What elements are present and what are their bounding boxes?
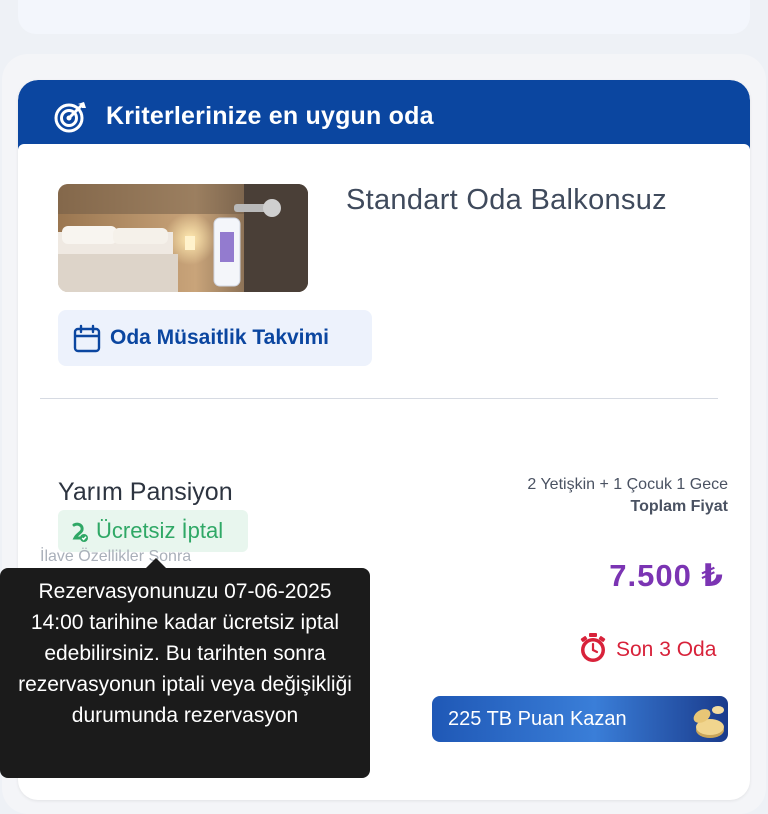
room-photo-image bbox=[58, 184, 308, 292]
total-price: 7.500 ₺ bbox=[609, 558, 724, 593]
total-price-label: Toplam Fiyat bbox=[630, 498, 729, 515]
availability-warning: Son 3 Oda bbox=[578, 632, 728, 664]
refund-icon bbox=[72, 522, 88, 542]
previous-card-bottom bbox=[18, 0, 750, 34]
coins-icon bbox=[693, 706, 724, 738]
room-name: Standart Oda Balkonsuz bbox=[346, 184, 667, 216]
cancellation-tooltip: Rezervasyonunuzu 07-06-2025 14:00 tarihi… bbox=[0, 558, 370, 778]
card-title: Kriterlerinize en uygun oda bbox=[106, 102, 434, 130]
availability-calendar-button[interactable]: Oda Müsaitlik Takvimi bbox=[58, 310, 372, 366]
target-icon bbox=[54, 102, 86, 133]
room-photo[interactable] bbox=[58, 184, 308, 292]
earn-points-label: 225 TB Puan Kazan bbox=[448, 708, 627, 730]
calendar-button-label: Oda Müsaitlik Takvimi bbox=[110, 326, 330, 349]
section-divider bbox=[40, 398, 718, 399]
calendar-icon bbox=[73, 324, 101, 353]
stopwatch-icon bbox=[580, 633, 606, 662]
free-cancellation-badge[interactable]: Ücretsiz İptal bbox=[58, 510, 248, 552]
tooltip-text: Rezervasyonunuzu 07-06-2025 14:00 tarihi… bbox=[18, 580, 352, 727]
board-type: Yarım Pansiyon bbox=[58, 478, 233, 506]
card-header: Kriterlerinize en uygun oda bbox=[18, 80, 750, 150]
free-cancellation-label: Ücretsiz İptal bbox=[96, 518, 224, 543]
guest-summary: 2 Yetişkin + 1 Çocuk 1 Gece bbox=[527, 476, 728, 493]
remaining-rooms-label: Son 3 Oda bbox=[616, 638, 717, 661]
obscured-feature-text: İlave Özellikler Sonra bbox=[40, 548, 192, 565]
earn-points-button[interactable]: 225 TB Puan Kazan bbox=[432, 696, 728, 742]
